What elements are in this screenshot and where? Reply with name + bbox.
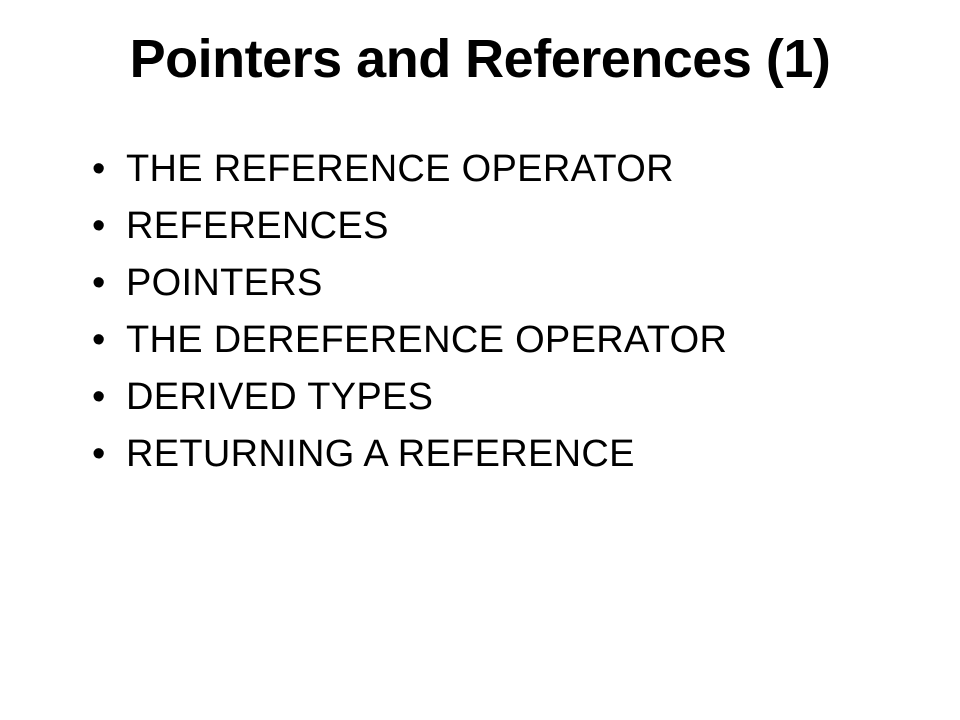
list-item: DERIVED TYPES xyxy=(92,370,900,425)
list-item: THE DEREFERENCE OPERATOR xyxy=(92,313,900,368)
list-item: RETURNING A REFERENCE xyxy=(92,427,900,482)
bullet-list: THE REFERENCE OPERATOR REFERENCES POINTE… xyxy=(60,142,900,483)
slide-container: Pointers and References (1) THE REFERENC… xyxy=(0,0,960,720)
slide-title: Pointers and References (1) xyxy=(60,28,900,90)
list-item: POINTERS xyxy=(92,256,900,311)
list-item: REFERENCES xyxy=(92,199,900,254)
list-item: THE REFERENCE OPERATOR xyxy=(92,142,900,197)
